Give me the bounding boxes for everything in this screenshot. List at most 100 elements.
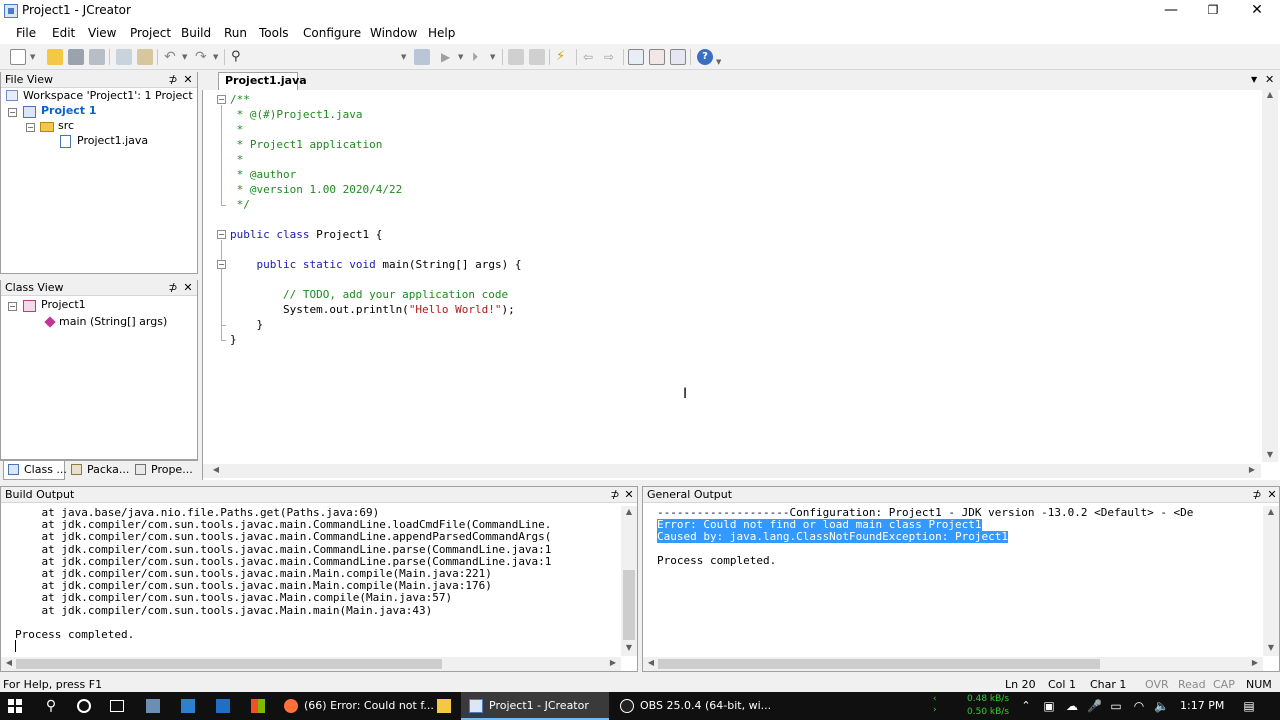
redo-icon[interactable]: ↷ bbox=[195, 49, 211, 65]
editor-horizontal-scrollbar[interactable] bbox=[203, 464, 1261, 478]
stop-icon[interactable] bbox=[529, 49, 545, 65]
run-icon[interactable]: ▶ bbox=[441, 49, 457, 65]
save-all-icon[interactable] bbox=[89, 49, 105, 65]
menu-file[interactable]: File bbox=[16, 26, 36, 40]
tree-class[interactable]: Project1 bbox=[41, 298, 86, 312]
pinned-app-2-icon[interactable] bbox=[181, 699, 195, 713]
forward-arrow-icon[interactable]: ⇨ bbox=[604, 49, 620, 65]
pinned-app-1-icon[interactable] bbox=[146, 699, 160, 713]
general-output-close-icon[interactable]: ✕ bbox=[1266, 487, 1278, 503]
taskbar-obs[interactable]: OBS 25.0.4 (64-bit, wi... bbox=[612, 692, 771, 720]
target-combo-dropdown-icon[interactable]: ▼ bbox=[401, 49, 409, 65]
editor-tab-project1[interactable]: Project1.java bbox=[218, 72, 307, 90]
editor-scroll-up-icon[interactable]: ▲ bbox=[1264, 90, 1276, 99]
menu-run[interactable]: Run bbox=[224, 26, 247, 40]
search-icon[interactable]: ⚲ bbox=[44, 699, 58, 713]
class-expander-icon[interactable]: − bbox=[8, 302, 17, 311]
taskbar-jcreator[interactable]: Project1 - JCreator bbox=[461, 692, 609, 720]
menu-window[interactable]: Window bbox=[370, 26, 417, 40]
general-scroll-right-icon[interactable]: ▶ bbox=[1250, 658, 1260, 667]
tray-device-icon[interactable]: ▣ bbox=[1042, 699, 1056, 713]
menu-edit[interactable]: Edit bbox=[52, 26, 75, 40]
tree-file[interactable]: Project1.java bbox=[77, 134, 148, 148]
file-view-close-icon[interactable]: ✕ bbox=[182, 72, 194, 88]
tab-properties-view[interactable]: Prope... bbox=[131, 461, 193, 480]
editor-tab-list-icon[interactable]: ▼ bbox=[1251, 75, 1257, 84]
help-icon[interactable]: ? bbox=[697, 49, 713, 65]
copy-icon[interactable] bbox=[116, 49, 132, 65]
taskbar-clock[interactable]: 1:17 PM bbox=[1180, 699, 1224, 712]
windows-start-icon[interactable] bbox=[8, 699, 22, 713]
microphone-icon[interactable]: 🎤 bbox=[1087, 699, 1102, 713]
find-binoculars-icon[interactable]: ⚲ bbox=[231, 49, 247, 65]
restore-button[interactable]: ❐ bbox=[1192, 0, 1234, 22]
menu-build[interactable]: Build bbox=[181, 26, 211, 40]
file-view-pin-icon[interactable]: ⊅ bbox=[167, 72, 179, 88]
lightning-icon[interactable]: ⚡ bbox=[556, 49, 572, 65]
general-scroll-down-icon[interactable]: ▼ bbox=[1265, 643, 1277, 652]
build-output-pin-icon[interactable]: ⊅ bbox=[609, 487, 621, 503]
build-vertical-scroll-thumb[interactable] bbox=[623, 570, 635, 640]
menu-configure[interactable]: Configure bbox=[303, 26, 361, 40]
menu-view[interactable]: View bbox=[88, 26, 116, 40]
window-layout-icon[interactable] bbox=[628, 49, 644, 65]
fold-class-icon[interactable]: − bbox=[217, 230, 226, 239]
debug-icon[interactable]: ⏵ bbox=[472, 49, 488, 65]
tab-class-view[interactable]: Class ... bbox=[3, 461, 67, 480]
general-scroll-up-icon[interactable]: ▲ bbox=[1265, 507, 1277, 516]
back-arrow-icon[interactable]: ⇦ bbox=[583, 49, 599, 65]
build-scroll-down-icon[interactable]: ▼ bbox=[623, 643, 635, 652]
undo-dropdown-icon[interactable]: ▼ bbox=[182, 49, 190, 65]
task-view-icon[interactable] bbox=[110, 700, 124, 712]
office-icon[interactable] bbox=[251, 699, 265, 713]
debug-dropdown-icon[interactable]: ▼ bbox=[490, 49, 498, 65]
tree-workspace[interactable]: Workspace 'Project1': 1 Project bbox=[23, 89, 193, 103]
general-vertical-scrollbar[interactable] bbox=[1263, 506, 1279, 656]
project-expander-icon[interactable]: − bbox=[8, 108, 17, 117]
editor-scroll-left-icon[interactable]: ◀ bbox=[210, 465, 222, 474]
open-folder-icon[interactable] bbox=[47, 49, 63, 65]
taskbar-firefox[interactable]: (66) Error: Could not f... bbox=[276, 692, 434, 720]
tray-chevron-up-icon[interactable]: ⌃ bbox=[1019, 699, 1033, 713]
class-view-close-icon[interactable]: ✕ bbox=[182, 280, 194, 296]
close-button[interactable]: ✕ bbox=[1236, 0, 1278, 22]
build-scroll-up-icon[interactable]: ▲ bbox=[623, 507, 635, 516]
notifications-icon[interactable]: ▤ bbox=[1242, 699, 1256, 713]
class-view-pin-icon[interactable]: ⊅ bbox=[167, 280, 179, 296]
menu-help[interactable]: Help bbox=[428, 26, 455, 40]
save-icon[interactable] bbox=[68, 49, 84, 65]
redo-dropdown-icon[interactable]: ▼ bbox=[213, 49, 221, 65]
build-output-text[interactable]: at java.base/java.nio.file.Paths.get(Pat… bbox=[15, 507, 620, 655]
general-output-pin-icon[interactable]: ⊅ bbox=[1251, 487, 1263, 503]
menu-project[interactable]: Project bbox=[130, 26, 171, 40]
target-combo[interactable] bbox=[252, 49, 410, 65]
new-dropdown-icon[interactable]: ▼ bbox=[30, 49, 38, 65]
menu-tools[interactable]: Tools bbox=[259, 26, 289, 40]
general-scroll-left-icon[interactable]: ◀ bbox=[646, 658, 656, 667]
compile-file-icon[interactable] bbox=[508, 49, 524, 65]
tab-package-view[interactable]: Packa... bbox=[67, 461, 129, 480]
build-scroll-left-icon[interactable]: ◀ bbox=[4, 658, 14, 667]
window-close-icon[interactable] bbox=[649, 49, 665, 65]
tree-project[interactable]: Project 1 bbox=[41, 104, 97, 118]
src-expander-icon[interactable]: − bbox=[26, 123, 35, 132]
minimize-button[interactable]: — bbox=[1150, 0, 1192, 22]
build-output-close-icon[interactable]: ✕ bbox=[623, 487, 635, 503]
editor-close-icon[interactable]: ✕ bbox=[1265, 73, 1274, 86]
build-project-icon[interactable] bbox=[414, 49, 430, 65]
cortana-icon[interactable] bbox=[77, 699, 91, 713]
editor-scroll-down-icon[interactable]: ▼ bbox=[1264, 450, 1276, 459]
tree-src-folder[interactable]: src bbox=[58, 119, 74, 133]
tree-method[interactable]: main (String[] args) bbox=[59, 315, 167, 329]
general-horizontal-scroll-thumb[interactable] bbox=[658, 659, 1100, 669]
onedrive-cloud-icon[interactable]: ☁ bbox=[1065, 699, 1079, 713]
general-output-text[interactable]: --------------------Configuration: Proje… bbox=[657, 507, 1262, 655]
file-explorer-icon[interactable] bbox=[437, 699, 451, 713]
editor-vertical-scrollbar[interactable] bbox=[1262, 90, 1278, 462]
toolbar-options-icon[interactable]: ▼ bbox=[716, 54, 724, 70]
editor-scroll-right-icon[interactable]: ▶ bbox=[1246, 465, 1258, 474]
window-cascade-icon[interactable] bbox=[670, 49, 686, 65]
new-file-icon[interactable] bbox=[10, 49, 26, 65]
paste-icon[interactable] bbox=[137, 49, 153, 65]
undo-icon[interactable]: ↶ bbox=[164, 49, 180, 65]
